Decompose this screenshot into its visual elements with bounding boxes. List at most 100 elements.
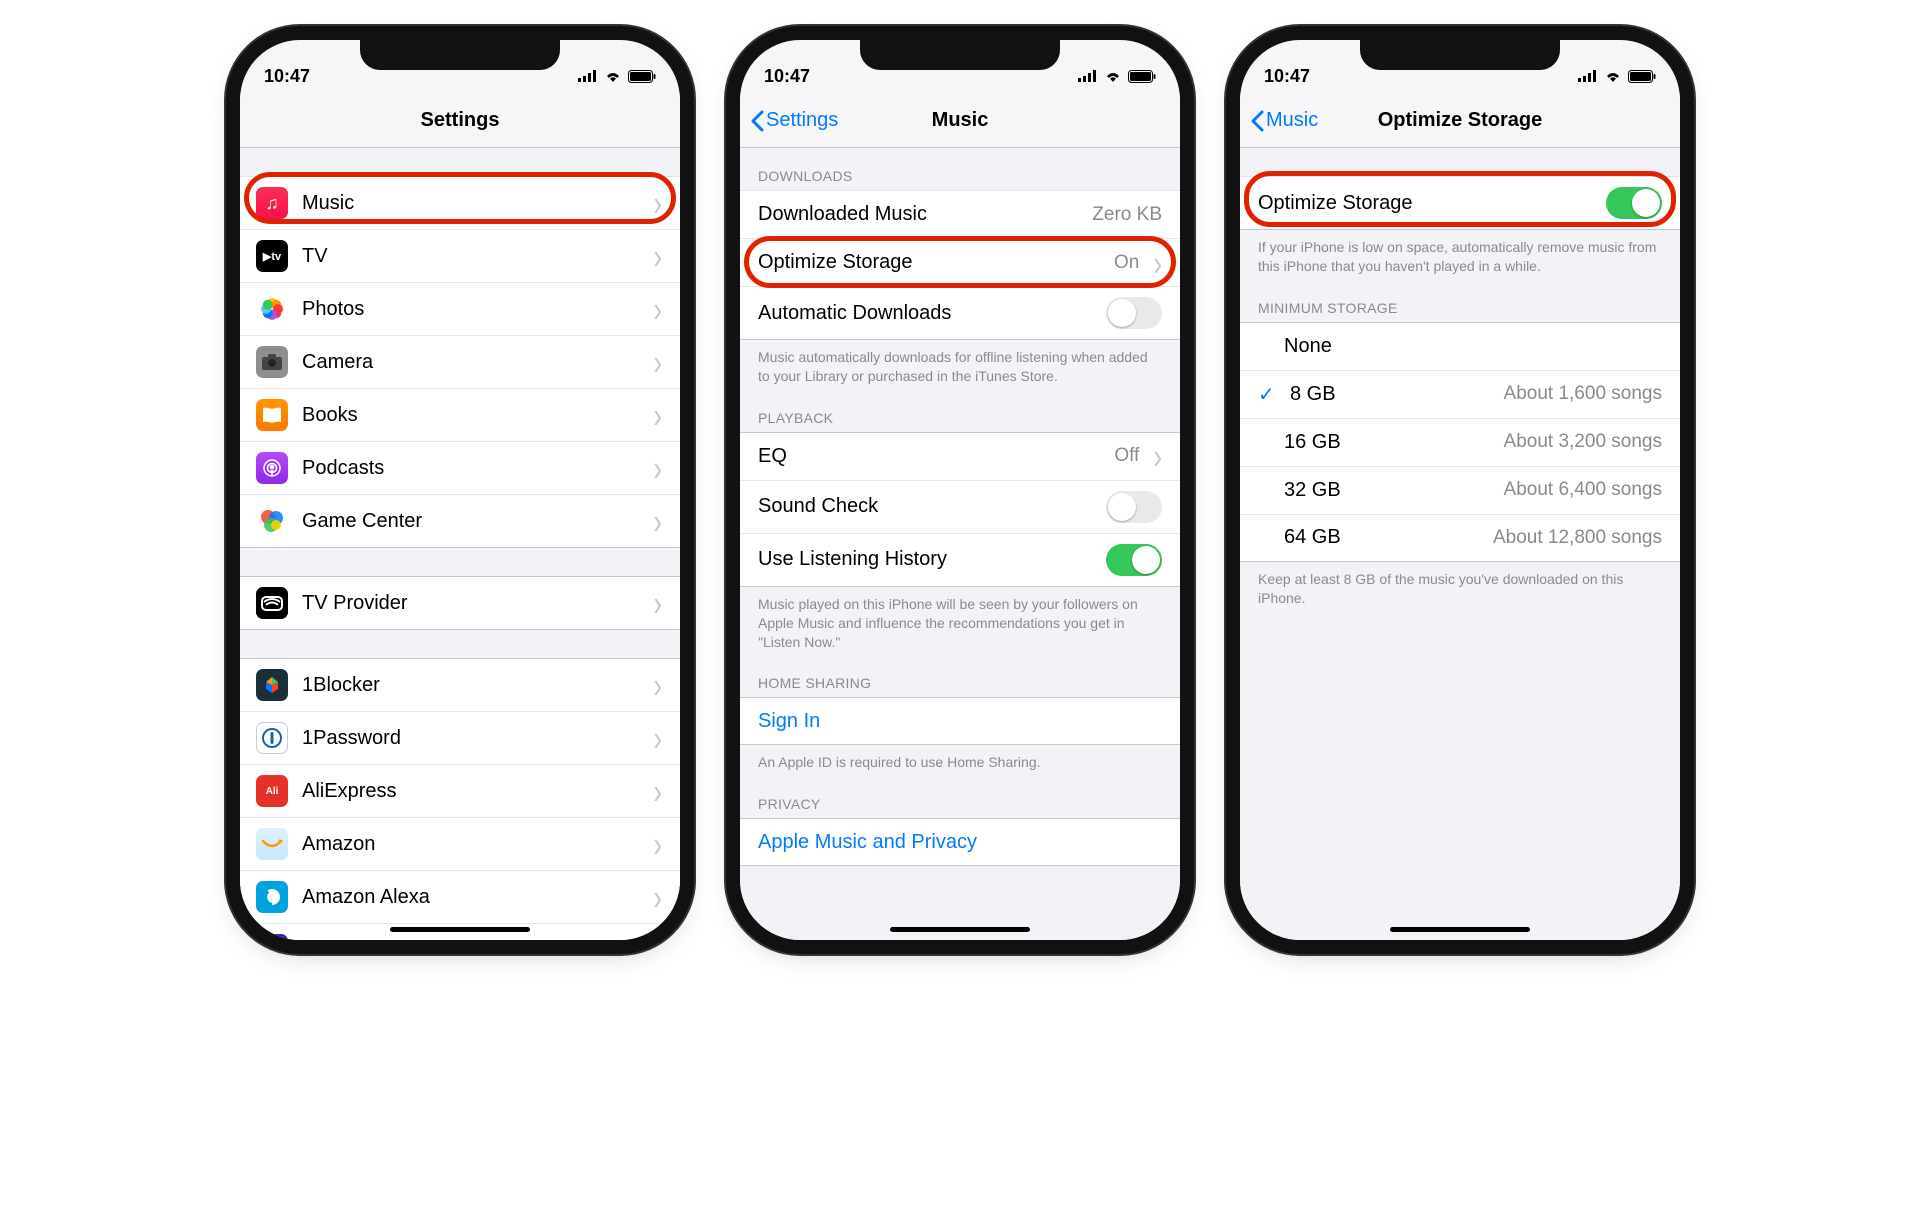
chevron-icon: › — [653, 773, 662, 809]
row-label: Amazon — [302, 833, 639, 856]
back-button[interactable]: Settings — [750, 109, 838, 132]
group-optimize-toggle: Optimize Storage — [1240, 176, 1680, 230]
wifi-icon — [1604, 70, 1622, 82]
chevron-icon: › — [653, 450, 662, 486]
nav-title: Music — [932, 109, 989, 132]
sign-in-link: Sign In — [758, 710, 1162, 733]
photos-icon — [256, 293, 288, 325]
row-app-amazon[interactable]: Amazon › — [240, 817, 680, 870]
row-label: 8 GB — [1290, 383, 1490, 406]
nav-bar: Settings — [240, 94, 680, 148]
row-label: Use Listening History — [758, 548, 1092, 571]
row-option-16gb[interactable]: 16 GB About 3,200 songs — [1240, 418, 1680, 466]
row-option-8gb[interactable]: ✓ 8 GB About 1,600 songs — [1240, 370, 1680, 418]
toggle-listening-history[interactable] — [1106, 544, 1162, 576]
content-pane[interactable]: ♫ Music › ▶tv TV › Photos › Camera — [240, 148, 680, 940]
status-icons — [578, 70, 656, 83]
signal-icon — [578, 70, 598, 82]
back-button[interactable]: Music — [1250, 109, 1318, 132]
chevron-icon: › — [653, 291, 662, 327]
row-value: Zero KB — [1092, 204, 1162, 226]
row-listening-history[interactable]: Use Listening History — [740, 533, 1180, 587]
row-option-32gb[interactable]: 32 GB About 6,400 songs — [1240, 466, 1680, 514]
group-home-sharing: Sign In — [740, 697, 1180, 745]
content-pane[interactable]: Optimize Storage If your iPhone is low o… — [1240, 148, 1680, 940]
row-label: 1Blocker — [302, 674, 639, 697]
camera-icon — [256, 346, 288, 378]
amazonmusic-icon: music — [256, 934, 288, 940]
row-music[interactable]: ♫ Music › — [240, 176, 680, 229]
row-app-aliexpress[interactable]: Ali AliExpress › — [240, 764, 680, 817]
toggle-auto-downloads[interactable] — [1106, 297, 1162, 329]
row-eq[interactable]: EQ Off › — [740, 432, 1180, 480]
row-label: Podcasts — [302, 457, 639, 480]
toggle-optimize-storage[interactable] — [1606, 187, 1662, 219]
row-label: 16 GB — [1284, 431, 1490, 454]
home-indicator[interactable] — [890, 927, 1030, 932]
row-sound-check[interactable]: Sound Check — [740, 480, 1180, 533]
row-podcasts[interactable]: Podcasts › — [240, 441, 680, 494]
chevron-icon: › — [1153, 438, 1162, 474]
signal-icon — [1078, 70, 1098, 82]
row-gamecenter[interactable]: Game Center › — [240, 494, 680, 548]
alexa-icon — [256, 881, 288, 913]
row-app-1blocker[interactable]: 1Blocker › — [240, 658, 680, 711]
nav-bar: Settings Music — [740, 94, 1180, 148]
group-privacy: Apple Music and Privacy — [740, 818, 1180, 866]
row-label: Photos — [302, 298, 639, 321]
row-photos[interactable]: Photos › — [240, 282, 680, 335]
row-privacy[interactable]: Apple Music and Privacy — [740, 818, 1180, 866]
wifi-icon — [604, 70, 622, 82]
row-automatic-downloads[interactable]: Automatic Downloads — [740, 286, 1180, 340]
tv-icon: ▶tv — [256, 240, 288, 272]
row-option-64gb[interactable]: 64 GB About 12,800 songs — [1240, 514, 1680, 562]
row-label: TV — [302, 245, 639, 268]
notch — [860, 40, 1060, 70]
section-header-min-storage: Minimum Storage — [1240, 280, 1680, 322]
row-books[interactable]: Books › — [240, 388, 680, 441]
row-value: About 1,600 songs — [1504, 383, 1662, 405]
phone-music-settings: 10:47 Settings Music Downloads Downloade… — [740, 40, 1180, 940]
row-option-none[interactable]: None — [1240, 322, 1680, 370]
checkmark-icon: ✓ — [1258, 382, 1276, 407]
phone-optimize-storage: 10:47 Music Optimize Storage Optimize St… — [1240, 40, 1680, 940]
settings-group-apps: 1Blocker › 1Password › Ali AliExpress › … — [240, 658, 680, 940]
settings-group-provider: TV Provider › — [240, 576, 680, 630]
row-tv-provider[interactable]: TV Provider › — [240, 576, 680, 630]
chevron-icon: › — [653, 826, 662, 862]
row-value: About 3,200 songs — [1504, 431, 1662, 453]
toggle-sound-check[interactable] — [1106, 491, 1162, 523]
chevron-icon: › — [653, 879, 662, 915]
footer-optimize: If your iPhone is low on space, automati… — [1240, 230, 1680, 280]
row-app-1password[interactable]: 1Password › — [240, 711, 680, 764]
1blocker-icon — [256, 669, 288, 701]
footer-min-storage: Keep at least 8 GB of the music you've d… — [1240, 562, 1680, 612]
row-label: Music — [302, 192, 639, 215]
battery-icon — [1128, 70, 1156, 83]
row-app-alexa[interactable]: Amazon Alexa › — [240, 870, 680, 923]
row-sign-in[interactable]: Sign In — [740, 697, 1180, 745]
group-downloads: Downloaded Music Zero KB Optimize Storag… — [740, 190, 1180, 340]
row-value: About 6,400 songs — [1504, 479, 1662, 501]
row-downloaded-music[interactable]: Downloaded Music Zero KB — [740, 190, 1180, 238]
footer-auto-dl: Music automatically downloads for offlin… — [740, 340, 1180, 390]
nav-title: Optimize Storage — [1378, 109, 1542, 132]
chevron-icon: › — [653, 720, 662, 756]
section-header-home-sharing: Home Sharing — [740, 655, 1180, 697]
content-pane[interactable]: Downloads Downloaded Music Zero KB Optim… — [740, 148, 1180, 940]
aliexpress-icon: Ali — [256, 775, 288, 807]
row-label: EQ — [758, 445, 1100, 468]
nav-title: Settings — [421, 109, 500, 132]
row-tv[interactable]: ▶tv TV › — [240, 229, 680, 282]
battery-icon — [628, 70, 656, 83]
row-optimize-toggle[interactable]: Optimize Storage — [1240, 176, 1680, 230]
chevron-left-icon — [1250, 110, 1264, 132]
row-camera[interactable]: Camera › — [240, 335, 680, 388]
home-indicator[interactable] — [390, 927, 530, 932]
privacy-link: Apple Music and Privacy — [758, 831, 1162, 854]
chevron-icon: › — [653, 503, 662, 539]
row-optimize-storage[interactable]: Optimize Storage On › — [740, 238, 1180, 286]
section-header-downloads: Downloads — [740, 148, 1180, 190]
home-indicator[interactable] — [1390, 927, 1530, 932]
row-label: TV Provider — [302, 592, 639, 615]
